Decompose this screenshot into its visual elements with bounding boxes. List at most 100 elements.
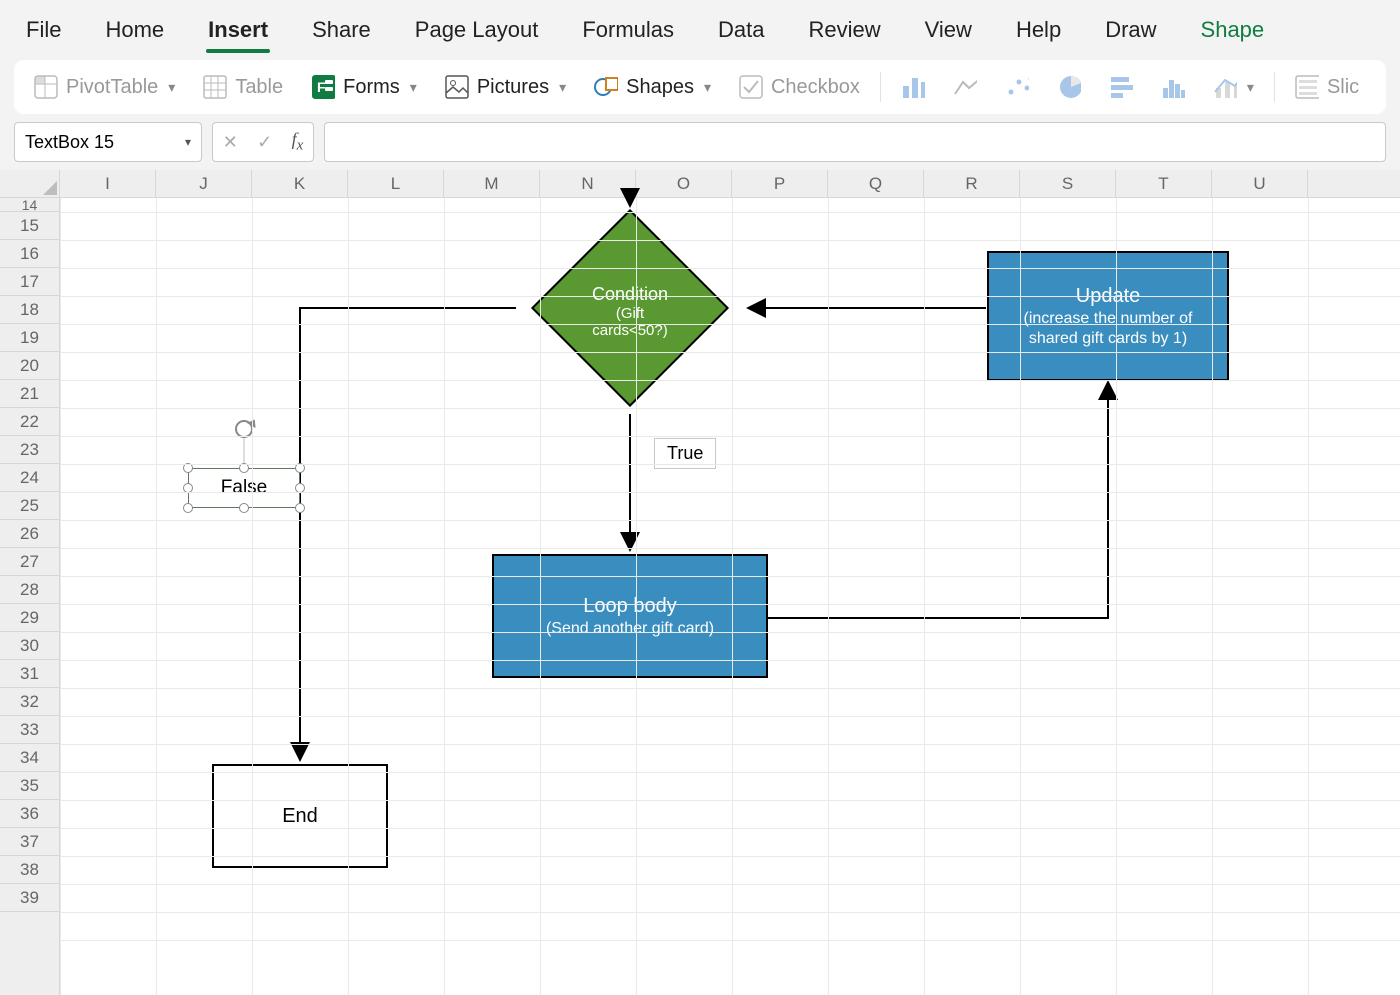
column-header[interactable]: U — [1212, 170, 1308, 197]
condition-sub: (Gift — [616, 304, 644, 321]
row-header[interactable]: 25 — [0, 492, 59, 520]
row-header[interactable]: 32 — [0, 688, 59, 716]
scatter-chart-icon — [1005, 75, 1029, 99]
chevron-down-icon: ▾ — [185, 135, 191, 149]
row-header[interactable]: 14 — [0, 198, 59, 212]
menu-share[interactable]: Share — [294, 5, 389, 55]
column-header[interactable]: N — [540, 170, 636, 197]
row-header[interactable]: 38 — [0, 856, 59, 884]
fx-icon[interactable]: fx — [292, 129, 304, 155]
row-header[interactable]: 37 — [0, 828, 59, 856]
name-box[interactable]: TextBox 15 ▾ — [14, 122, 202, 162]
column-header[interactable]: J — [156, 170, 252, 197]
row-header[interactable]: 35 — [0, 772, 59, 800]
cancel-formula-icon[interactable]: ✕ — [223, 132, 238, 153]
row-header[interactable]: 33 — [0, 716, 59, 744]
slicer-button[interactable]: Slic — [1287, 71, 1367, 103]
menu-draw[interactable]: Draw — [1087, 5, 1174, 55]
row-header[interactable]: 34 — [0, 744, 59, 772]
histogram-button[interactable] — [1153, 71, 1193, 103]
column-header[interactable]: L — [348, 170, 444, 197]
row-header[interactable]: 19 — [0, 324, 59, 352]
row-header[interactable]: 39 — [0, 884, 59, 912]
forms-button[interactable]: F Forms ▾ — [303, 71, 425, 103]
menu-shape-context[interactable]: Shape — [1183, 5, 1283, 55]
menu-insert[interactable]: Insert — [190, 5, 286, 55]
scatter-chart-button[interactable] — [997, 71, 1037, 103]
row-header[interactable]: 15 — [0, 212, 59, 240]
accept-formula-icon[interactable]: ✓ — [257, 132, 272, 153]
row-header[interactable]: 27 — [0, 548, 59, 576]
column-header[interactable]: I — [60, 170, 156, 197]
hbar-chart-button[interactable] — [1101, 71, 1141, 103]
name-box-value: TextBox 15 — [25, 132, 114, 153]
menu-view[interactable]: View — [907, 5, 990, 55]
table-button[interactable]: Table — [195, 71, 291, 103]
row-header[interactable]: 30 — [0, 632, 59, 660]
checkbox-button[interactable]: Checkbox — [731, 71, 868, 103]
column-header[interactable]: Q — [828, 170, 924, 197]
bar-chart-button[interactable] — [893, 71, 933, 103]
resize-handle[interactable] — [295, 503, 305, 513]
forms-label: Forms — [343, 76, 400, 99]
ribbon: PivotTable ▾ Table F Forms ▾ Pictures ▾ … — [14, 60, 1386, 114]
row-header[interactable]: 36 — [0, 800, 59, 828]
menu-review[interactable]: Review — [791, 5, 899, 55]
menu-page-layout[interactable]: Page Layout — [397, 5, 557, 55]
row-header[interactable]: 22 — [0, 408, 59, 436]
menu-file[interactable]: File — [8, 5, 79, 55]
chevron-down-icon: ▾ — [410, 79, 417, 96]
end-title: End — [282, 805, 318, 828]
shapes-label: Shapes — [626, 76, 694, 99]
resize-handle[interactable] — [239, 503, 249, 513]
pictures-label: Pictures — [477, 76, 549, 99]
false-textbox-selected[interactable]: False — [188, 468, 300, 508]
column-headers: I J K L M N O P Q R S T U — [60, 170, 1400, 198]
menu-formulas[interactable]: Formulas — [564, 5, 692, 55]
chevron-down-icon: ▾ — [1247, 79, 1254, 96]
table-label: Table — [235, 76, 283, 99]
resize-handle[interactable] — [183, 503, 193, 513]
row-header[interactable]: 24 — [0, 464, 59, 492]
false-label-text: False — [221, 477, 267, 499]
row-header[interactable]: 23 — [0, 436, 59, 464]
shapes-icon — [594, 75, 618, 99]
column-header[interactable]: T — [1116, 170, 1212, 197]
row-header[interactable]: 18 — [0, 296, 59, 324]
pivot-table-label: PivotTable — [66, 76, 158, 99]
row-header[interactable]: 17 — [0, 268, 59, 296]
formula-bar[interactable] — [324, 122, 1386, 162]
combo-chart-button[interactable]: ▾ — [1205, 71, 1262, 103]
pivot-table-button[interactable]: PivotTable ▾ — [26, 71, 183, 103]
column-header[interactable]: P — [732, 170, 828, 197]
update-sub: shared gift cards by 1) — [1029, 330, 1187, 348]
menu-data[interactable]: Data — [700, 5, 782, 55]
column-header[interactable]: K — [252, 170, 348, 197]
pictures-button[interactable]: Pictures ▾ — [437, 71, 574, 103]
menu-help[interactable]: Help — [998, 5, 1079, 55]
spreadsheet-grid[interactable]: I J K L M N O P Q R S T U 14 15 16 17 18… — [0, 170, 1400, 995]
row-header[interactable]: 29 — [0, 604, 59, 632]
row-header[interactable]: 16 — [0, 240, 59, 268]
update-box[interactable]: Update (increase the number of shared gi… — [987, 251, 1229, 381]
column-header[interactable]: R — [924, 170, 1020, 197]
column-header[interactable]: M — [444, 170, 540, 197]
row-header[interactable]: 28 — [0, 576, 59, 604]
pie-chart-button[interactable] — [1049, 71, 1089, 103]
shapes-button[interactable]: Shapes ▾ — [586, 71, 719, 103]
row-header[interactable]: 26 — [0, 520, 59, 548]
menu-home[interactable]: Home — [87, 5, 182, 55]
row-header[interactable]: 20 — [0, 352, 59, 380]
line-chart-icon — [953, 75, 977, 99]
row-headers: 14 15 16 17 18 19 20 21 22 23 24 25 26 2… — [0, 198, 60, 995]
column-header[interactable]: O — [636, 170, 732, 197]
row-header[interactable]: 31 — [0, 660, 59, 688]
line-chart-button[interactable] — [945, 71, 985, 103]
slicer-label: Slic — [1327, 76, 1359, 99]
picture-icon — [445, 75, 469, 99]
column-header[interactable]: S — [1020, 170, 1116, 197]
cells-area[interactable]: /* gridlines generated below via JS for … — [60, 198, 1400, 995]
row-header[interactable]: 21 — [0, 380, 59, 408]
end-box[interactable]: End — [212, 764, 388, 868]
select-all-corner[interactable] — [0, 170, 60, 198]
